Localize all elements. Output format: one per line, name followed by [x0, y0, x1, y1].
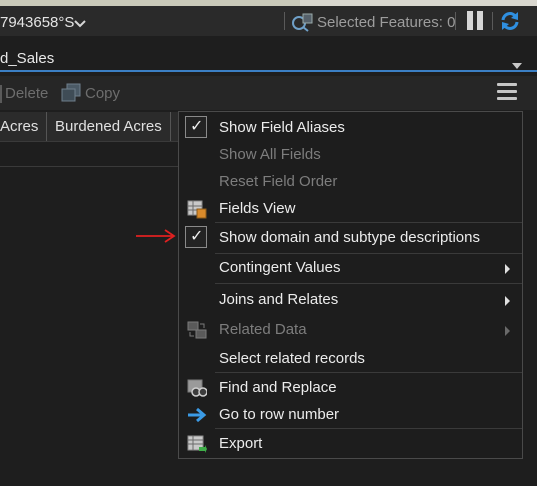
table-title: d_Sales — [0, 50, 55, 67]
menu-item-label: Go to row number — [219, 406, 340, 423]
menu-item-go-to-row-number[interactable]: Go to row number — [179, 402, 522, 428]
delete-label[interactable]: Delete — [5, 85, 48, 102]
menu-item-label: Export — [219, 435, 263, 452]
submenu-arrow-icon — [505, 326, 510, 336]
menu-item-label: Show All Fields — [219, 146, 321, 163]
menu-separator — [215, 372, 522, 373]
menu-item-label: Fields View — [219, 200, 296, 217]
selected-features-label: Selected Features: 0 — [317, 14, 456, 31]
table-title-bar[interactable]: d_Sales — [0, 46, 537, 72]
divider — [284, 12, 285, 30]
menu-item-label: Reset Field Order — [219, 173, 338, 190]
annotation-arrow-icon — [135, 227, 177, 248]
checkmark-icon: ✓ — [185, 116, 207, 138]
submenu-arrow-icon — [505, 296, 510, 306]
submenu-arrow-icon — [505, 264, 510, 274]
related-data-icon — [187, 320, 207, 340]
active-tab-underline — [0, 70, 537, 72]
menu-item-label: Find and Replace — [219, 379, 337, 396]
blue-arrow-icon — [187, 405, 207, 425]
delete-icon — [0, 85, 2, 103]
menu-separator — [215, 253, 522, 254]
menu-item-fields-view[interactable]: Fields View — [179, 196, 522, 222]
copy-icon[interactable] — [61, 83, 81, 106]
checkmark-icon: ✓ — [185, 226, 207, 248]
menu-item-select-related-records[interactable]: Select related records — [179, 346, 522, 372]
chevron-down-icon[interactable] — [74, 16, 86, 32]
menu-item-show-field-aliases[interactable]: ✓ Show Field Aliases — [179, 115, 522, 141]
menu-item-label: Select related records — [219, 350, 365, 367]
menu-item-find-and-replace[interactable]: Find and Replace — [179, 375, 522, 401]
divider — [492, 12, 493, 30]
copy-label[interactable]: Copy — [85, 85, 120, 102]
pause-drawing-button[interactable] — [465, 11, 485, 31]
menu-item-label: Joins and Relates — [219, 291, 339, 308]
menu-item-joins-and-relates[interactable]: Joins and Relates — [179, 287, 522, 313]
menu-item-show-domain-subtype-descriptions[interactable]: ✓ Show domain and subtype descriptions — [179, 225, 522, 251]
menu-item-label: Show domain and subtype descriptions — [219, 229, 480, 246]
column-header-burdened-acres[interactable]: Burdened Acres — [46, 112, 170, 141]
menu-separator — [215, 428, 522, 429]
table-row[interactable] — [0, 142, 180, 167]
column-header-acres[interactable]: Acres — [0, 112, 46, 141]
menu-item-contingent-values[interactable]: Contingent Values — [179, 255, 522, 281]
status-bar: 7943658°S Selected Features: 0 — [0, 6, 537, 36]
menu-separator — [215, 222, 522, 223]
menu-item-label: Contingent Values — [219, 259, 341, 276]
export-table-icon — [187, 434, 207, 454]
table-right-edge — [523, 111, 537, 459]
menu-item-label: Related Data — [219, 321, 307, 338]
binoculars-icon — [187, 378, 208, 398]
fields-view-icon — [187, 199, 207, 219]
menu-item-export[interactable]: Export — [179, 431, 522, 457]
menu-item-related-data: Related Data — [179, 317, 522, 343]
divider — [455, 12, 456, 30]
menu-item-reset-field-order: Reset Field Order — [179, 169, 522, 195]
menu-item-label: Show Field Aliases — [219, 119, 345, 136]
hamburger-menu-icon[interactable] — [497, 83, 517, 101]
menu-item-show-all-fields: Show All Fields — [179, 142, 522, 168]
selected-features-icon[interactable] — [291, 12, 313, 35]
table-options-menu: ✓ Show Field Aliases Show All Fields Res… — [178, 111, 523, 459]
refresh-icon[interactable] — [498, 9, 522, 36]
coordinate-readout: 7943658°S — [0, 14, 75, 31]
menu-separator — [215, 283, 522, 284]
